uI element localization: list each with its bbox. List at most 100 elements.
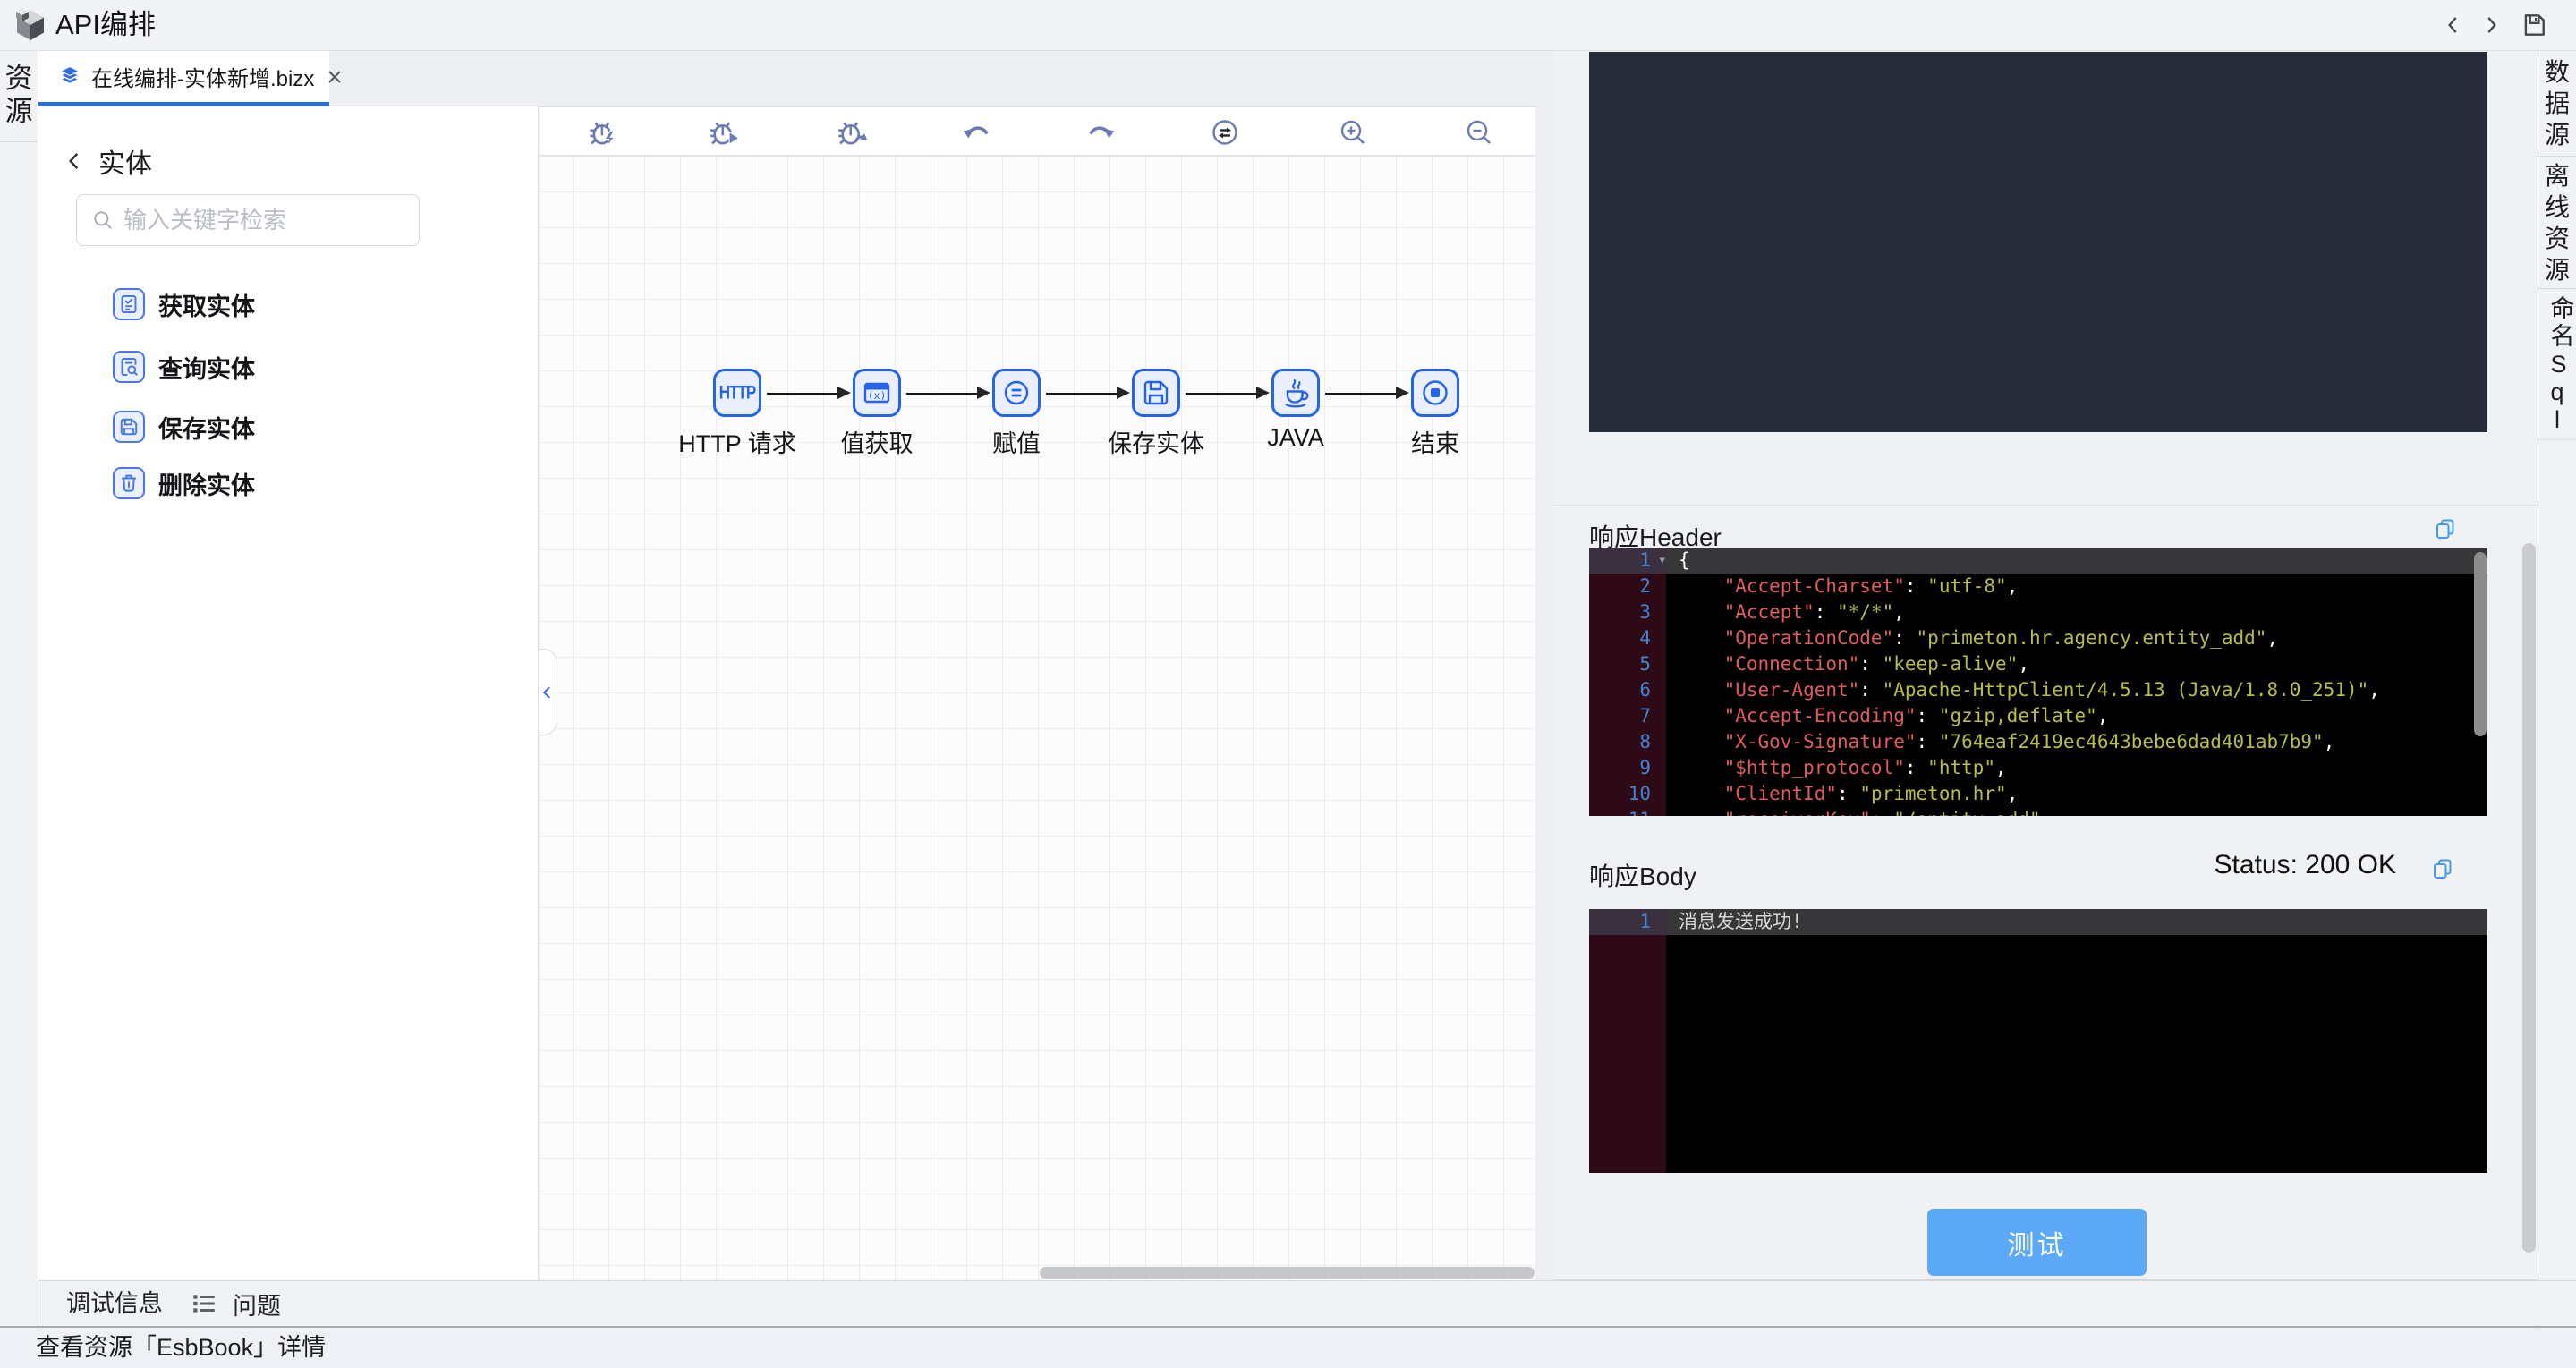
back-chevron-icon[interactable] xyxy=(63,149,86,173)
line-number: 7 xyxy=(1639,705,1651,726)
response-body-label: 响应Body xyxy=(1589,862,1696,890)
palette-item-save-entity[interactable]: 保存实体 xyxy=(113,407,489,446)
save-icon xyxy=(2524,14,2545,36)
zoom-out-button[interactable] xyxy=(1463,116,1495,149)
swap-button[interactable] xyxy=(1209,116,1241,149)
status-badge: Status: 200 OK xyxy=(2214,850,2396,879)
debug-lightning-icon xyxy=(590,122,616,148)
left-rail: 资源 xyxy=(0,51,38,1326)
editor-scrollbar[interactable] xyxy=(2474,552,2487,736)
tab-bar: 在线编排-实体新增.bizx xyxy=(38,51,1535,106)
collapse-panel-handle[interactable] xyxy=(539,649,557,735)
palette-item-label: 查询实体 xyxy=(158,355,255,383)
fold-icon[interactable]: ▾ xyxy=(1659,548,1665,574)
palette-item-delete-entity[interactable]: 删除实体 xyxy=(113,463,489,503)
nav-forward-button[interactable] xyxy=(2477,11,2505,39)
tab-active-document[interactable]: 在线编排-实体新增.bizx xyxy=(38,51,342,106)
right-rail-tab-named-sql[interactable]: 命名Sql xyxy=(2538,289,2576,440)
flow-node-label: 结束 xyxy=(1411,430,1459,457)
code-line: "OperationCode": "primeton.hr.agency.ent… xyxy=(1679,627,2279,649)
right-rail-tab-label: 数据源 xyxy=(2544,58,2570,149)
line-number: 4 xyxy=(1639,627,1651,649)
bottom-tab-debug-info[interactable]: 调试信息 xyxy=(66,1281,163,1326)
flow-node-value-get[interactable]: (x) xyxy=(853,369,901,417)
test-button[interactable]: 测试 xyxy=(1927,1209,2147,1276)
close-icon[interactable] xyxy=(323,65,346,89)
code-line: "X-Gov-Signature": "764eaf2419ec4643bebe… xyxy=(1679,731,2335,752)
debug-run-button[interactable] xyxy=(709,116,741,149)
line-number: 1 ▾ xyxy=(1589,548,1666,574)
section-divider xyxy=(1554,505,2538,506)
editor-gutter: 1▾2 3 4 5 6 7 8 9 10 11 xyxy=(1589,548,1666,816)
code-line: "Connection": "keep-alive", xyxy=(1679,653,2029,675)
flow-arrow xyxy=(1046,387,1130,400)
palette-header: 实体 xyxy=(63,141,152,181)
right-rail-tab-offline-resources[interactable]: 离线资源 xyxy=(2538,157,2576,289)
flow-node-http-request[interactable]: HTTP xyxy=(713,369,761,417)
nav-back-button[interactable] xyxy=(2439,11,2468,39)
chevron-right-icon xyxy=(2487,17,2496,33)
flow-arrow xyxy=(767,387,851,400)
undo-button[interactable] xyxy=(961,116,993,149)
debug-step-button[interactable] xyxy=(837,116,869,149)
debug-run-icon xyxy=(710,122,740,146)
query-entity-icon xyxy=(113,351,145,383)
search-icon xyxy=(94,211,112,229)
response-body-editor[interactable]: 1 消息发送成功! xyxy=(1589,909,2487,1173)
panel-splitter[interactable] xyxy=(1535,51,1554,1280)
code-line: "Accept-Encoding": "gzip,deflate", xyxy=(1679,705,2109,726)
collapse-chevron-icon xyxy=(542,685,550,699)
redo-button[interactable] xyxy=(1084,116,1117,149)
line-number: 6 xyxy=(1639,679,1651,701)
line-number: 1 xyxy=(1589,909,1666,935)
code-line: "ClientId": "primeton.hr", xyxy=(1679,783,2019,804)
copy-icon[interactable] xyxy=(2434,517,2457,540)
code-line: "receiverKey": "/entity_add", xyxy=(1666,807,2487,816)
tab-title: 在线编排-实体新增.bizx xyxy=(91,67,315,91)
canvas-horizontal-scrollbar[interactable] xyxy=(1040,1267,1535,1279)
flow-node-end[interactable] xyxy=(1411,369,1459,417)
save-entity-node-icon xyxy=(1143,380,1169,405)
zoom-in-button[interactable] xyxy=(1337,116,1369,149)
inspector-scrollbar[interactable] xyxy=(2522,543,2536,1253)
app-header: API编排 xyxy=(0,0,2576,51)
zoom-out-icon xyxy=(1467,120,1491,144)
palette-item-label: 删除实体 xyxy=(158,472,255,499)
response-header-editor[interactable]: 1▾2 3 4 5 6 7 8 9 10 11 { "Accept-Charset": "utf-… xyxy=(1589,548,2487,816)
end-node-icon xyxy=(1423,380,1448,405)
flow-node-assign[interactable] xyxy=(992,369,1041,417)
flow-node-save-entity[interactable] xyxy=(1132,369,1180,417)
flow-canvas[interactable]: HTTP HTTP 请求 (x) 值获取 赋值 保存实体 JAVA 结束 xyxy=(540,156,1535,1280)
assign-node-icon xyxy=(1004,380,1029,405)
app-logo-icon xyxy=(16,8,44,40)
get-entity-icon xyxy=(113,288,145,320)
app-window: API编排 资源 在线编排-实体新增.bizx 实体 输入关键字检索 获取实体 … xyxy=(0,0,2576,1368)
code-line: "$http_protocol": "http", xyxy=(1679,757,2007,778)
palette-panel: 实体 获取实体 xyxy=(38,106,539,1280)
chevron-left-icon xyxy=(2448,17,2457,33)
bottom-tab-problems[interactable]: 问题 xyxy=(191,1281,281,1326)
save-button[interactable] xyxy=(2520,11,2548,39)
bottom-bar: 调试信息 问题 xyxy=(38,1280,2576,1325)
status-bar: 查看资源「EsbBook」详情 xyxy=(0,1326,2576,1368)
palette-item-get-entity[interactable]: 获取实体 xyxy=(113,285,489,324)
canvas-toolbar xyxy=(540,106,1535,156)
search-input[interactable] xyxy=(123,206,392,234)
code-line: "Accept-Charset": "utf-8", xyxy=(1679,575,2019,597)
request-editor-area[interactable] xyxy=(1589,52,2487,432)
palette-item-query-entity[interactable]: 查询实体 xyxy=(113,347,489,387)
right-rail-tab-datasource[interactable]: 数据源 xyxy=(2538,51,2576,157)
flow-arrow xyxy=(906,387,990,400)
code-line: 消息发送成功! xyxy=(1666,909,2487,935)
undo-icon xyxy=(963,126,989,139)
flow-node-java[interactable] xyxy=(1271,369,1320,417)
value-get-node-icon: (x) xyxy=(863,382,890,404)
copy-icon[interactable] xyxy=(2431,857,2454,880)
debug-step-icon xyxy=(838,122,868,145)
status-bar-text[interactable]: 查看资源「EsbBook」详情 xyxy=(36,1328,326,1368)
bottom-tab-problems-label: 问题 xyxy=(233,1292,281,1320)
left-rail-tab-resources[interactable]: 资源 xyxy=(0,62,38,142)
palette-item-label: 获取实体 xyxy=(158,293,255,320)
debug-lightning-button[interactable] xyxy=(587,116,619,149)
http-node-icon: HTTP xyxy=(718,381,756,404)
